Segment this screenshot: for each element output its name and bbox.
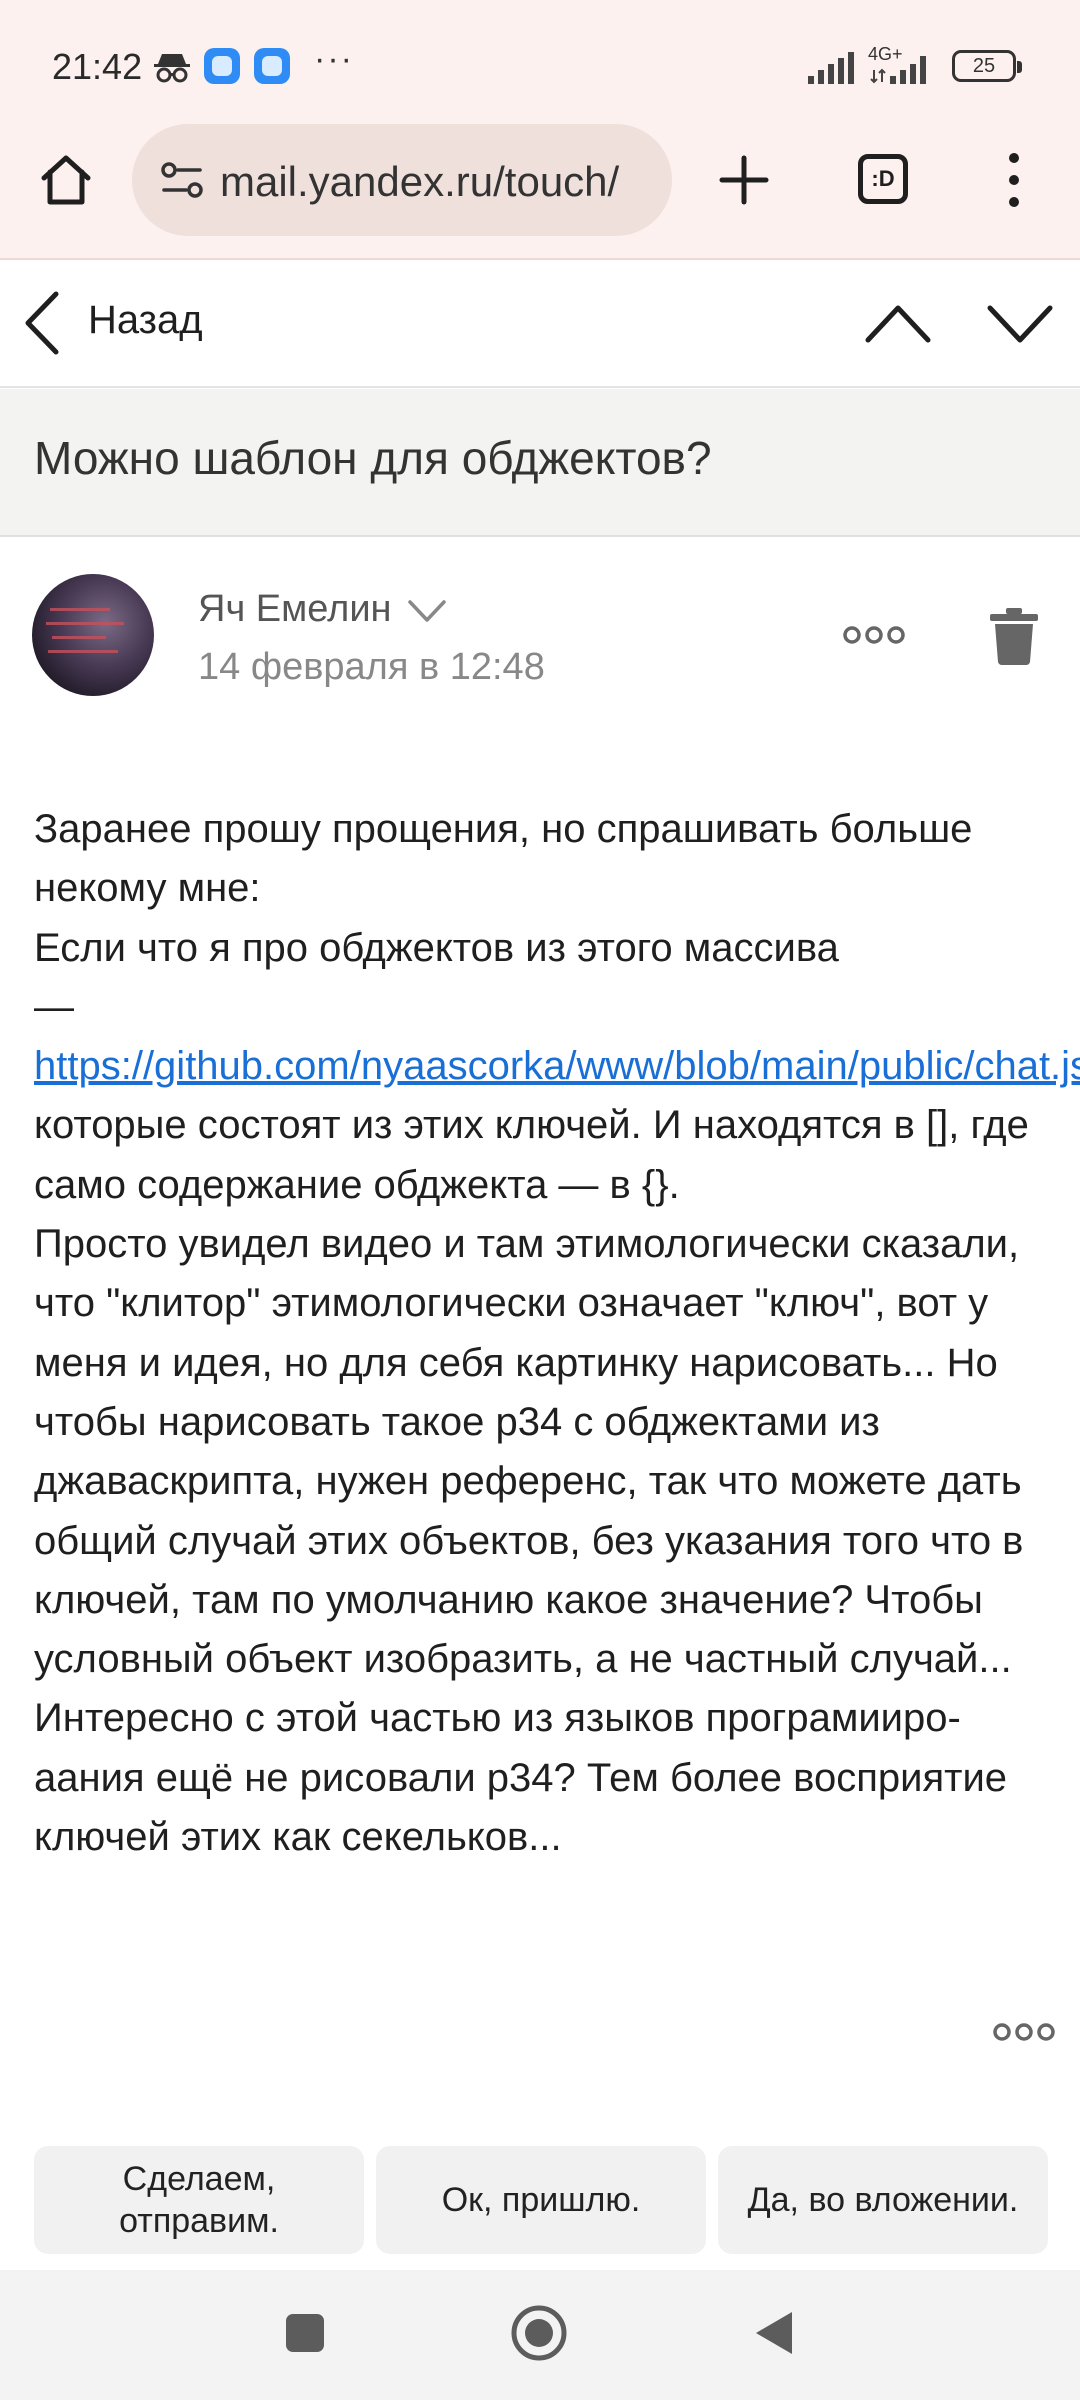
more-notifications-icon: ··· bbox=[314, 40, 354, 78]
quick-replies: Сделаем, отправим. Ок, пришлю. Да, во вл… bbox=[34, 2146, 1048, 2254]
home-button-icon[interactable] bbox=[510, 2304, 568, 2362]
quick-reply-button[interactable]: Да, во вложении. bbox=[718, 2146, 1048, 2254]
github-link[interactable]: https://github.com/nyaascorka/www/blob/m… bbox=[34, 1044, 1080, 1088]
status-bar: 21:42 ··· 4G+ 25 bbox=[0, 0, 1080, 120]
url-text[interactable]: mail.yandex.ru/touch/ bbox=[220, 158, 619, 206]
message-body: Заранее прошу прощения, но спрашивать бо… bbox=[34, 800, 1080, 1867]
app-notification-icon bbox=[204, 48, 240, 84]
quick-reply-button[interactable]: Ок, пришлю. bbox=[376, 2146, 706, 2254]
signal-icon bbox=[870, 56, 926, 84]
battery-icon: 25 bbox=[952, 50, 1022, 82]
home-icon[interactable] bbox=[36, 150, 96, 210]
screen: 21:42 ··· 4G+ 25 mail.yandex.ru/touch/:… bbox=[0, 0, 1080, 2400]
recent-apps-icon[interactable] bbox=[286, 2314, 324, 2352]
message-date: 14 февраля в 12:48 bbox=[198, 646, 545, 688]
back-button[interactable]: Назад bbox=[88, 298, 203, 343]
more-options-icon[interactable] bbox=[992, 2022, 1056, 2042]
back-arrow-icon[interactable] bbox=[20, 288, 64, 358]
previous-message-icon[interactable] bbox=[862, 298, 934, 348]
system-back-icon[interactable] bbox=[752, 2308, 796, 2358]
system-navigation-bar bbox=[0, 2270, 1080, 2400]
sender-name[interactable]: Яч Емелин bbox=[198, 588, 392, 631]
mail-navigation: Назад bbox=[0, 262, 1080, 388]
quick-reply-button[interactable]: Сделаем, отправим. bbox=[34, 2146, 364, 2254]
trash-icon[interactable] bbox=[988, 606, 1040, 666]
incognito-icon bbox=[154, 54, 190, 83]
message-subject: Можно шаблон для обджектов? bbox=[34, 432, 712, 484]
more-menu-icon[interactable] bbox=[996, 148, 1032, 212]
next-message-icon[interactable] bbox=[984, 298, 1056, 348]
message-body-text: Заранее прошу прощения, но спрашивать бо… bbox=[34, 800, 1080, 1867]
body-rest: которые состоят из этих ключей. И находя… bbox=[34, 1103, 1029, 1860]
signal-icon bbox=[808, 52, 854, 84]
more-actions-icon[interactable] bbox=[842, 625, 906, 645]
site-settings-icon[interactable] bbox=[160, 160, 204, 200]
app-notification-icon bbox=[254, 48, 290, 84]
new-tab-icon[interactable] bbox=[714, 150, 774, 210]
tab-switcher-button[interactable]: :D bbox=[858, 154, 908, 204]
subject-bar: Можно шаблон для обджектов? bbox=[0, 389, 1080, 537]
address-bar[interactable]: mail.yandex.ru/touch/ bbox=[132, 124, 672, 236]
body-intro: Заранее прошу прощения, но спрашивать бо… bbox=[34, 807, 973, 1029]
browser-toolbar: mail.yandex.ru/touch/ :D bbox=[0, 120, 1080, 260]
status-time: 21:42 bbox=[52, 46, 143, 87]
chevron-down-icon[interactable] bbox=[406, 596, 448, 626]
avatar[interactable] bbox=[32, 574, 154, 696]
